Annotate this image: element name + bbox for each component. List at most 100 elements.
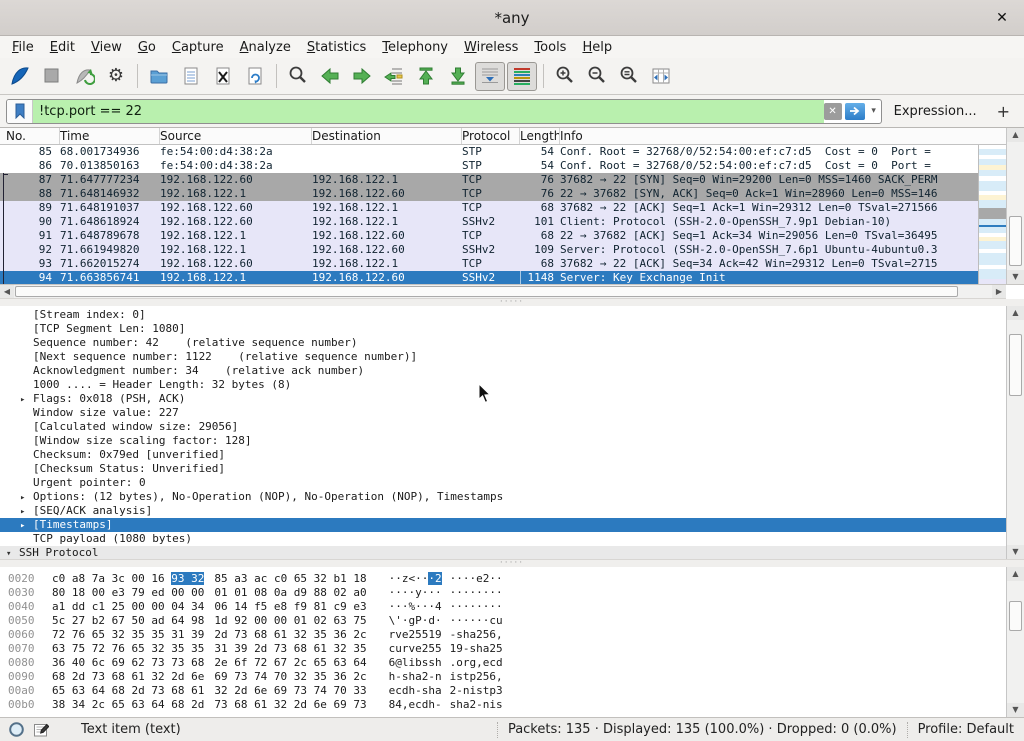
detail-line[interactable]: [Stream index: 0]: [0, 308, 1006, 322]
filter-apply-button[interactable]: [845, 103, 865, 120]
packet-row-87[interactable]: 8771.647777234192.168.122.60192.168.122.…: [0, 173, 1024, 187]
detail-line[interactable]: 1000 .... = Header Length: 32 bytes (8): [0, 378, 1006, 392]
colorize-toggle[interactable]: [507, 62, 537, 91]
pane-splitter[interactable]: ·····: [0, 560, 1024, 567]
packet-list-hscrollbar[interactable]: ◀ ▶: [0, 285, 1006, 299]
expander-icon[interactable]: ▸: [20, 491, 33, 504]
hex-row[interactable]: 008036 40 6c 69 62 73 73 682e 6f 72 67 2…: [8, 656, 1006, 670]
scroll-down-arrow[interactable]: ▼: [1007, 545, 1024, 559]
display-filter-input[interactable]: [33, 100, 824, 123]
packet-row-90[interactable]: 9071.648618924192.168.122.60192.168.122.…: [0, 215, 1024, 229]
expander-icon[interactable]: ▸: [20, 393, 33, 406]
scroll-down-arrow[interactable]: ▼: [1007, 703, 1024, 717]
menu-telephony[interactable]: Telephony: [374, 39, 456, 56]
packet-row-93[interactable]: 9371.662015274192.168.122.60192.168.122.…: [0, 257, 1024, 271]
add-filter-button[interactable]: +: [989, 102, 1018, 121]
detail-line[interactable]: TCP payload (1080 bytes): [0, 532, 1006, 546]
scroll-left-arrow[interactable]: ◀: [0, 285, 14, 298]
hex-row[interactable]: 00505c 27 b2 67 50 ad 64 981d 92 00 00 0…: [8, 614, 1006, 628]
column-header-no[interactable]: No.: [4, 128, 60, 144]
scroll-up-arrow[interactable]: ▲: [1007, 128, 1024, 142]
save-file-button[interactable]: [176, 62, 206, 91]
go-forward-button[interactable]: [347, 62, 377, 91]
detail-line-ssh-protocol[interactable]: ▾SSH Protocol: [0, 546, 1024, 560]
expander-icon[interactable]: ▾: [6, 547, 19, 560]
close-button[interactable]: ✕: [992, 8, 1012, 28]
restart-capture-button[interactable]: [69, 62, 99, 91]
column-header-protocol[interactable]: Protocol: [462, 128, 520, 144]
detail-line[interactable]: Checksum: 0x79ed [unverified]: [0, 448, 1006, 462]
packet-row-92[interactable]: 9271.661949820192.168.122.1192.168.122.6…: [0, 243, 1024, 257]
go-to-packet-button[interactable]: [379, 62, 409, 91]
menu-go[interactable]: Go: [130, 39, 164, 56]
intelligent-scrollbar-minimap[interactable]: [978, 145, 1006, 285]
scroll-up-arrow[interactable]: ▲: [1007, 306, 1024, 320]
start-capture-button[interactable]: [5, 62, 35, 91]
packet-row-86[interactable]: 8670.013850163fe:54:00:d4:38:2aSTP54Conf…: [0, 159, 1024, 173]
go-last-packet-button[interactable]: [443, 62, 473, 91]
hex-vscrollbar[interactable]: ▲ ▼: [1006, 567, 1024, 717]
detail-line[interactable]: [Next sequence number: 1122 (relative se…: [0, 350, 1006, 364]
detail-line[interactable]: [Calculated window size: 29056]: [0, 420, 1006, 434]
scroll-thumb[interactable]: [1009, 216, 1022, 266]
capture-options-button[interactable]: ⚙: [101, 62, 131, 91]
status-profile[interactable]: Profile: Default: [918, 722, 1024, 737]
menu-view[interactable]: View: [83, 39, 130, 56]
packet-list-vscrollbar[interactable]: ▲ ▼: [1006, 128, 1024, 284]
zoom-original-button[interactable]: [614, 62, 644, 91]
zoom-in-button[interactable]: [550, 62, 580, 91]
detail-line-timestamps-selected[interactable]: ▸[Timestamps]: [0, 518, 1024, 532]
filter-clear-button[interactable]: ✕: [824, 103, 842, 120]
detail-line-options[interactable]: ▸Options: (12 bytes), No-Operation (NOP)…: [0, 490, 1006, 504]
menu-statistics[interactable]: Statistics: [299, 39, 374, 56]
menu-edit[interactable]: Edit: [42, 39, 83, 56]
find-packet-button[interactable]: [283, 62, 313, 91]
hex-row[interactable]: 006072 76 65 32 35 35 31 392d 73 68 61 3…: [8, 628, 1006, 642]
hex-row[interactable]: 00b038 34 2c 65 63 64 68 2d73 68 61 32 2…: [8, 698, 1006, 712]
detail-line-flags[interactable]: ▸Flags: 0x018 (PSH, ACK): [0, 392, 1006, 406]
go-first-packet-button[interactable]: [411, 62, 441, 91]
scroll-thumb[interactable]: [1009, 601, 1022, 631]
auto-scroll-toggle[interactable]: [475, 62, 505, 91]
details-vscrollbar[interactable]: ▲ ▼: [1006, 306, 1024, 559]
menu-help[interactable]: Help: [574, 39, 620, 56]
detail-line[interactable]: [Checksum Status: Unverified]: [0, 462, 1006, 476]
packet-row-88[interactable]: 8871.648146932192.168.122.1192.168.122.6…: [0, 187, 1024, 201]
scroll-right-arrow[interactable]: ▶: [992, 285, 1006, 298]
go-back-button[interactable]: [315, 62, 345, 91]
column-header-time[interactable]: Time: [60, 128, 160, 144]
packet-row-85[interactable]: 8568.001734936fe:54:00:d4:38:2aSTP54Conf…: [0, 145, 1024, 159]
menu-capture[interactable]: Capture: [164, 39, 232, 56]
packet-row-91[interactable]: 9171.648789678192.168.122.1192.168.122.6…: [0, 229, 1024, 243]
detail-line-seq-ack[interactable]: ▸[SEQ/ACK analysis]: [0, 504, 1006, 518]
menu-tools[interactable]: Tools: [526, 39, 574, 56]
pane-splitter[interactable]: ·····: [0, 299, 1024, 306]
expression-button[interactable]: Expression...: [882, 104, 987, 119]
reload-file-button[interactable]: [240, 62, 270, 91]
hex-row[interactable]: 00a065 63 64 68 2d 73 68 6132 2d 6e 69 7…: [8, 684, 1006, 698]
resize-columns-button[interactable]: [646, 62, 676, 91]
detail-line[interactable]: Urgent pointer: 0: [0, 476, 1006, 490]
hex-row[interactable]: 003080 18 00 e3 79 ed 00 0001 01 08 0a d…: [8, 586, 1006, 600]
expander-icon[interactable]: ▸: [20, 519, 33, 532]
scroll-thumb[interactable]: [1009, 334, 1022, 396]
detail-line[interactable]: Sequence number: 42 (relative sequence n…: [0, 336, 1006, 350]
stop-capture-button[interactable]: [37, 62, 67, 91]
hex-row[interactable]: 009068 2d 73 68 61 32 2d 6e69 73 74 70 3…: [8, 670, 1006, 684]
menu-wireless[interactable]: Wireless: [456, 39, 526, 56]
hex-row[interactable]: 0040a1 dd c1 25 00 00 04 3406 14 f5 e8 f…: [8, 600, 1006, 614]
menu-file[interactable]: File: [4, 39, 42, 56]
detail-line[interactable]: [TCP Segment Len: 1080]: [0, 322, 1006, 336]
close-file-button[interactable]: [208, 62, 238, 91]
detail-line[interactable]: Window size value: 227: [0, 406, 1006, 420]
zoom-out-button[interactable]: [582, 62, 612, 91]
detail-line[interactable]: [Window size scaling factor: 128]: [0, 434, 1006, 448]
column-header-source[interactable]: Source: [160, 128, 312, 144]
packet-row-94-selected[interactable]: 9471.663856741192.168.122.1192.168.122.6…: [0, 271, 1024, 285]
open-file-button[interactable]: [144, 62, 174, 91]
filter-bookmark-button[interactable]: [7, 100, 33, 123]
filter-history-dropdown[interactable]: ▾: [867, 106, 881, 116]
capture-comment-icon[interactable]: [33, 722, 49, 738]
expander-icon[interactable]: ▸: [20, 505, 33, 518]
hex-row[interactable]: 007063 75 72 76 65 32 35 3531 39 2d 73 6…: [8, 642, 1006, 656]
